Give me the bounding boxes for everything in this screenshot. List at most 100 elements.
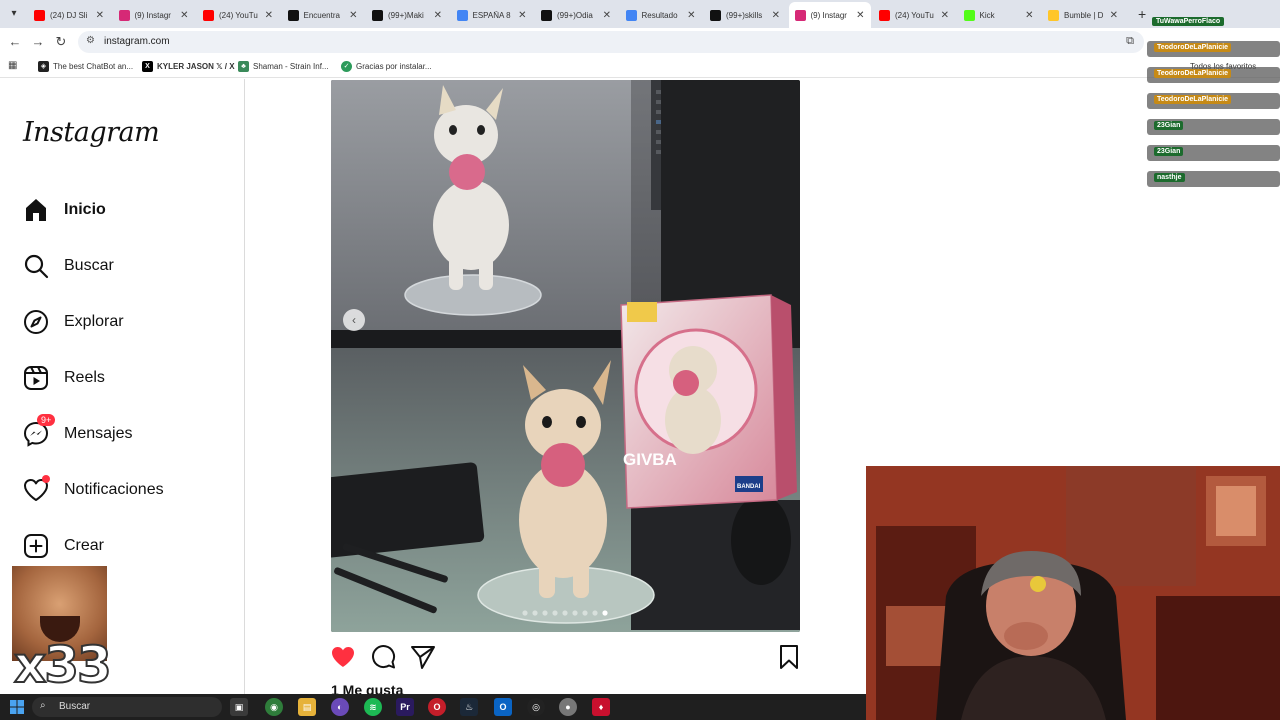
nav-item-mensajes[interactable]: 9+ Mensajes <box>23 414 133 449</box>
carousel-dot <box>532 610 538 616</box>
tab-close-icon[interactable]: ✕ <box>349 10 357 21</box>
file-explorer-icon[interactable]: ▤ <box>298 698 316 716</box>
chat-message-user: 23Gian <box>1154 147 1184 156</box>
browser-tab[interactable]: Resultado ✕ <box>620 4 702 26</box>
bookmark-chatbot[interactable]: ◈ The best ChatBot an... <box>38 61 133 72</box>
browser-app-icon[interactable]: ◐ <box>331 698 349 716</box>
tab-close-icon[interactable]: ✕ <box>941 10 949 21</box>
browser-tab[interactable]: (99+)skills ✕ <box>704 4 786 26</box>
task-view-icon[interactable]: ▣ <box>230 698 248 716</box>
browser-tab[interactable]: ESPAÑA 8 ✕ <box>451 4 533 26</box>
post-image[interactable]: GIVBA BANDAI <box>331 80 800 632</box>
address-bar[interactable]: ⚙ instagram.com ⧉ <box>78 31 1144 53</box>
box-maker-text: BANDAI <box>737 484 761 490</box>
new-tab-button[interactable]: + <box>1138 6 1146 22</box>
nav-item-inicio[interactable]: Inicio <box>23 195 106 225</box>
windows-start-icon[interactable] <box>10 700 24 714</box>
taskbar-search[interactable]: ⌕ Buscar <box>32 697 222 717</box>
chrome-icon[interactable]: ◉ <box>265 698 283 716</box>
tab-title: (99+)skills <box>726 10 763 20</box>
share-send-icon[interactable] <box>410 644 436 670</box>
tab-close-icon[interactable]: ✕ <box>180 10 188 21</box>
premiere-icon[interactable]: Pr <box>396 698 414 716</box>
carousel-prev-button[interactable]: ‹ <box>343 309 365 331</box>
tab-title: Kick <box>979 10 995 20</box>
outlook-icon[interactable]: O <box>494 698 512 716</box>
chat-message: TeodoroDeLaPlanicie <box>1147 41 1280 57</box>
nav-label: Buscar <box>64 257 114 274</box>
tab-title: (9) Instagr <box>134 10 171 20</box>
browser-tab[interactable]: Encuentra ✕ <box>282 4 364 26</box>
site-info-icon[interactable]: ⚙ <box>86 35 95 46</box>
nav-label: Mensajes <box>64 425 133 442</box>
compass-icon <box>23 309 49 335</box>
carousel-dot <box>572 610 578 616</box>
messenger-icon: 9+ <box>23 414 56 447</box>
pinned-app-icon[interactable]: ♦ <box>592 698 610 716</box>
apps-grid-icon[interactable]: ▦ <box>8 60 17 71</box>
tab-close-icon[interactable]: ✕ <box>96 10 104 21</box>
windows-taskbar: ⌕ Buscar ▣ ◉ ▤ ◐ ≋ Pr O ♨ O ◎ ● ♦ <box>0 694 866 720</box>
carousel-dot <box>552 610 558 616</box>
reload-button[interactable]: ↻ <box>52 33 70 51</box>
bookmark-kyler-jason[interactable]: X KYLER JASON 𝕏 / X <box>142 61 235 72</box>
tab-close-icon[interactable]: ✕ <box>1025 10 1033 21</box>
tab-close-icon[interactable]: ✕ <box>687 10 695 21</box>
browser-toolbar: ← → ↻ ⚙ instagram.com ⧉ <box>0 28 1280 56</box>
bookmark-label: KYLER JASON 𝕏 / X <box>157 62 235 71</box>
instagram-logo[interactable]: Instagram <box>23 117 160 148</box>
browser-tab[interactable]: Kick ✕ <box>958 4 1040 26</box>
tab-close-icon[interactable]: ✕ <box>518 10 526 21</box>
bookmark-shaman[interactable]: ♣ Shaman - Strain Inf... <box>238 61 329 72</box>
browser-tab[interactable]: (24) YouTu ✕ <box>873 4 955 26</box>
tab-close-icon[interactable]: ✕ <box>1110 10 1118 21</box>
like-heart-icon[interactable] <box>330 644 356 670</box>
tab-close-icon[interactable]: ✕ <box>265 10 273 21</box>
carousel-dot <box>602 610 608 616</box>
tiktok-icon <box>372 9 383 21</box>
save-bookmark-icon[interactable] <box>776 644 802 670</box>
forward-button[interactable]: → <box>29 33 47 51</box>
tab-title: Bumble | D <box>1064 10 1104 20</box>
tab-search-menu-button[interactable]: ▾ <box>4 4 24 24</box>
heart-icon <box>23 475 50 503</box>
chat-message-user: TeodoroDeLaPlanicie <box>1154 69 1232 78</box>
taskbar-search-label: Buscar <box>59 701 91 712</box>
browser-tab[interactable]: (24) DJ Sli ✕ <box>28 4 110 26</box>
tiktok-icon <box>541 9 552 21</box>
leaf-icon: ♣ <box>238 61 249 72</box>
chat-message-user: 23Gian <box>1154 121 1184 130</box>
tab-close-icon[interactable]: ✕ <box>603 10 611 21</box>
shield-icon: ✓ <box>341 61 352 72</box>
browser-tab[interactable]: (9) Instagr ✕ <box>788 2 871 28</box>
bookmark-gracias[interactable]: ✓ Gracias por instalar... <box>341 61 432 72</box>
nav-item-crear[interactable]: Crear <box>23 531 104 561</box>
streamer-webcam <box>866 466 1280 720</box>
chat-message: nasthje <box>1147 171 1280 187</box>
steam-icon[interactable]: ♨ <box>460 698 478 716</box>
nav-label: Crear <box>64 537 105 554</box>
back-button[interactable]: ← <box>6 33 24 51</box>
tab-close-icon[interactable]: ✕ <box>434 10 442 21</box>
opera-icon[interactable]: O <box>428 698 446 716</box>
browser-tab[interactable]: Bumble | D ✕ <box>1042 4 1124 26</box>
browser-tab[interactable]: (99+)Odia ✕ <box>535 4 617 26</box>
obs-icon[interactable]: ◎ <box>527 698 545 716</box>
bookmark-label: The best ChatBot an... <box>53 62 134 71</box>
browser-tab[interactable]: (99+)Maki ✕ <box>366 4 448 26</box>
nav-item-buscar[interactable]: Buscar <box>23 251 114 281</box>
carousel-dots <box>522 610 608 616</box>
tab-close-icon[interactable]: ✕ <box>856 10 864 21</box>
nav-item-reels[interactable]: Reels <box>23 363 105 393</box>
app-icon[interactable]: ● <box>559 698 577 716</box>
browser-tab[interactable]: (9) Instagr ✕ <box>113 4 195 26</box>
nav-item-explorar[interactable]: Explorar <box>23 307 124 337</box>
comment-icon[interactable] <box>370 644 396 670</box>
spotify-icon[interactable]: ≋ <box>364 698 382 716</box>
nav-label: Explorar <box>64 313 124 330</box>
chat-message: TeodoroDeLaPlanicie <box>1147 67 1280 83</box>
browser-tab[interactable]: (24) YouTu ✕ <box>197 4 279 26</box>
install-app-icon[interactable]: ⧉ <box>1126 35 1134 48</box>
tab-close-icon[interactable]: ✕ <box>772 10 780 21</box>
nav-item-notificaciones[interactable]: Notificaciones <box>23 475 164 505</box>
